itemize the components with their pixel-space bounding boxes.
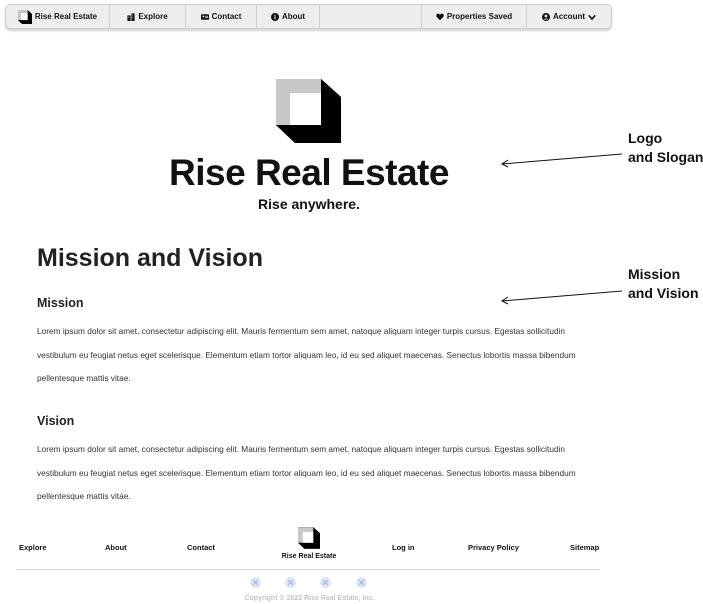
nav-explore-label: Explore	[138, 12, 168, 21]
social-icon-4[interactable]	[356, 577, 367, 588]
brand-logo-icon	[17, 9, 32, 24]
annotation-mission-line2: and Vision	[628, 285, 699, 301]
mission-heading: Mission	[37, 296, 84, 310]
footer-explore-link[interactable]: Explore	[19, 543, 47, 552]
nav-account-label: Account	[553, 12, 585, 21]
nav-brand-link[interactable]: Rise Real Estate	[6, 5, 110, 28]
social-placeholder-icon	[252, 579, 259, 586]
nav-brand-label: Rise Real Estate	[34, 12, 98, 21]
hero-slogan: Rise anywhere.	[258, 196, 360, 212]
footer-copyright: Copyright © 2022 Rise Real Estate, Inc.	[244, 595, 375, 602]
social-icon-3[interactable]	[320, 577, 331, 588]
annotation-logo-line1: Logo	[628, 130, 663, 146]
vision-text: Lorem ipsum dolor sit amet, consectetur …	[37, 444, 576, 501]
annotation-logo: Logo and Slogan	[628, 129, 703, 167]
annotation-mission: Mission and Vision	[628, 265, 699, 303]
social-icon-2[interactable]	[285, 577, 296, 588]
buildings-icon	[127, 12, 135, 21]
nav-contact[interactable]: Contact	[186, 5, 257, 28]
footer-about-link[interactable]: About	[105, 543, 127, 552]
chevron-down-icon	[588, 14, 596, 20]
annotation-arrow-icon	[501, 290, 623, 305]
footer-divider	[17, 569, 600, 570]
social-placeholder-icon	[322, 579, 329, 586]
mission-vision-heading: Mission and Vision	[37, 244, 263, 272]
vision-heading: Vision	[37, 414, 75, 428]
nav-about[interactable]: About	[257, 5, 320, 28]
nav-properties-saved[interactable]: Properties Saved	[422, 5, 527, 28]
heart-icon	[436, 13, 444, 20]
mission-text: Lorem ipsum dolor sit amet, consectetur …	[37, 326, 576, 383]
annotation-logo-line2: and Slogan	[628, 149, 703, 165]
nav-about-label: About	[281, 12, 306, 21]
nav-contact-label: Contact	[211, 12, 242, 21]
nav-spacer	[320, 5, 422, 28]
user-circle-icon	[542, 12, 550, 21]
nav-explore[interactable]: Explore	[110, 5, 186, 28]
social-icon-1[interactable]	[250, 577, 261, 588]
footer-logo-icon[interactable]	[298, 527, 320, 549]
top-navbar: Rise Real Estate Explore Contact About P…	[5, 4, 612, 29]
brand-logo-icon	[276, 79, 341, 143]
annotation-mission-line1: Mission	[628, 266, 681, 282]
nav-saved-label: Properties Saved	[446, 12, 513, 21]
footer-contact-link[interactable]: Contact	[187, 543, 215, 552]
contact-card-icon	[200, 13, 209, 20]
social-placeholder-icon	[287, 579, 294, 586]
nav-account-menu[interactable]: Account	[527, 5, 611, 28]
social-placeholder-icon	[358, 579, 365, 586]
footer-sitemap-link[interactable]: Sitemap	[570, 543, 599, 552]
annotation-arrow-icon	[501, 153, 623, 168]
footer-brand-label: Rise Real Estate	[281, 553, 337, 560]
footer-privacy-link[interactable]: Privacy Policy	[468, 543, 519, 552]
footer-login-link[interactable]: Log in	[392, 543, 415, 552]
info-icon	[270, 12, 279, 21]
